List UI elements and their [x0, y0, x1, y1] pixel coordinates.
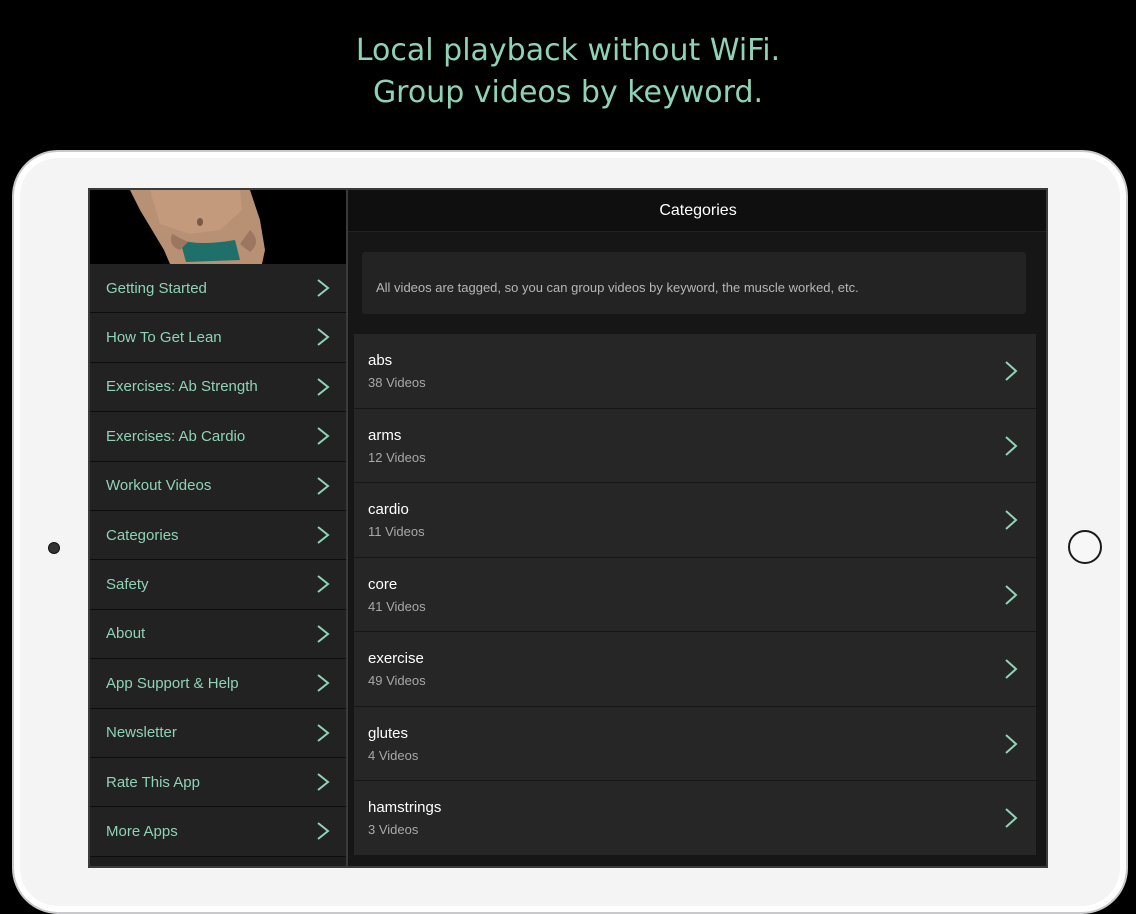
category-name: core [368, 575, 398, 593]
chevron-right-icon [317, 723, 330, 742]
chevron-right-icon [317, 328, 330, 347]
sidebar-menu: Getting Started How To Get Lean Exercise… [90, 264, 346, 857]
chevron-right-icon [317, 674, 330, 692]
chevron-right-icon [1005, 435, 1018, 456]
sidebar-item-label: How To Get Lean [106, 329, 222, 347]
category-name: arms [368, 426, 402, 444]
chevron-right-icon [1005, 510, 1018, 530]
sidebar-item-label: More Apps [106, 822, 178, 840]
headline: Local playback without WiFi. Group video… [0, 30, 1136, 114]
main-panel: Categories All videos are tagged, so you… [348, 190, 1046, 866]
category-row-core[interactable]: core 41 Videos [354, 557, 1036, 632]
sidebar: Getting Started How To Get Lean Exercise… [90, 190, 348, 866]
chevron-right-icon [1005, 733, 1018, 754]
page-title: Categories [348, 190, 1046, 232]
category-name: glutes [368, 724, 409, 742]
headline-line-2: Group videos by keyword. [372, 75, 764, 110]
category-row-arms[interactable]: arms 12 Videos [354, 408, 1036, 483]
sidebar-item-ab-strength[interactable]: Exercises: Ab Strength [90, 362, 346, 413]
chevron-right-icon [317, 526, 330, 544]
category-row-glutes[interactable]: glutes 4 Videos [354, 706, 1036, 781]
headline-line-1: Local playback without WiFi. [355, 33, 781, 68]
category-row-exercise[interactable]: exercise 49 Videos [354, 632, 1036, 707]
chevron-right-icon [317, 624, 330, 643]
sidebar-item-rate-this-app[interactable]: Rate This App [90, 757, 346, 808]
hero-image [90, 190, 346, 264]
sidebar-item-label: Workout Videos [106, 477, 212, 495]
category-row-cardio[interactable]: cardio 11 Videos [354, 483, 1036, 558]
category-count: 4 Videos [368, 747, 419, 763]
category-name: hamstrings [368, 799, 442, 816]
sidebar-item-label: Categories [106, 526, 179, 544]
sidebar-item-label: Exercises: Ab Cardio [106, 427, 246, 445]
sidebar-item-safety[interactable]: Safety [90, 560, 346, 610]
sidebar-item-ab-cardio[interactable]: Exercises: Ab Cardio [90, 412, 346, 462]
sidebar-item-getting-started[interactable]: Getting Started [90, 264, 346, 314]
sidebar-item-label: Getting Started [106, 279, 207, 297]
category-count: 3 Videos [368, 822, 419, 837]
sidebar-item-how-to-get-lean[interactable]: How To Get Lean [90, 313, 346, 363]
category-row-abs[interactable]: abs 38 Videos [354, 334, 1036, 409]
category-name: cardio [368, 501, 409, 518]
sidebar-item-label: Newsletter [106, 724, 177, 742]
sidebar-item-categories[interactable]: Categories [90, 510, 346, 561]
sidebar-item-newsletter[interactable]: Newsletter [90, 708, 346, 758]
chevron-right-icon [1005, 808, 1018, 828]
category-list: abs 38 Videos arms 12 Videos cardio 11 V… [354, 334, 1036, 856]
sidebar-item-label: Safety [106, 576, 149, 594]
intro-text: All videos are tagged, so you can group … [362, 252, 1026, 314]
category-count: 38 Videos [368, 375, 426, 390]
chevron-right-icon [1005, 659, 1018, 679]
sidebar-item-app-support[interactable]: App Support & Help [90, 659, 346, 709]
torso-photo [90, 190, 346, 264]
home-button[interactable] [1068, 530, 1102, 564]
sidebar-item-workout-videos[interactable]: Workout Videos [90, 461, 346, 511]
sidebar-item-label: Exercises: Ab Strength [106, 378, 258, 396]
sidebar-item-about[interactable]: About [90, 609, 346, 660]
chevron-right-icon [1005, 584, 1018, 605]
sidebar-item-label: About [106, 625, 146, 643]
sidebar-item-label: Rate This App [106, 773, 200, 791]
category-name: exercise [368, 650, 424, 667]
chevron-right-icon [317, 279, 330, 297]
chevron-right-icon [317, 822, 330, 841]
category-count: 12 Videos [368, 449, 426, 465]
sidebar-item-label: App Support & Help [106, 674, 239, 692]
chevron-right-icon [1005, 361, 1018, 381]
app-screen: Getting Started How To Get Lean Exercise… [88, 188, 1048, 868]
category-count: 41 Videos [368, 598, 426, 614]
chevron-right-icon [317, 427, 330, 445]
chevron-right-icon [317, 575, 330, 594]
category-count: 49 Videos [368, 673, 426, 688]
chevron-right-icon [317, 773, 330, 791]
camera-icon [48, 542, 60, 554]
category-count: 11 Videos [368, 524, 425, 539]
sidebar-item-more-apps[interactable]: More Apps [90, 807, 346, 857]
chevron-right-icon [317, 378, 330, 396]
category-row-hamstrings[interactable]: hamstrings 3 Videos [354, 781, 1036, 856]
category-name: abs [368, 352, 393, 369]
chevron-right-icon [317, 476, 330, 495]
